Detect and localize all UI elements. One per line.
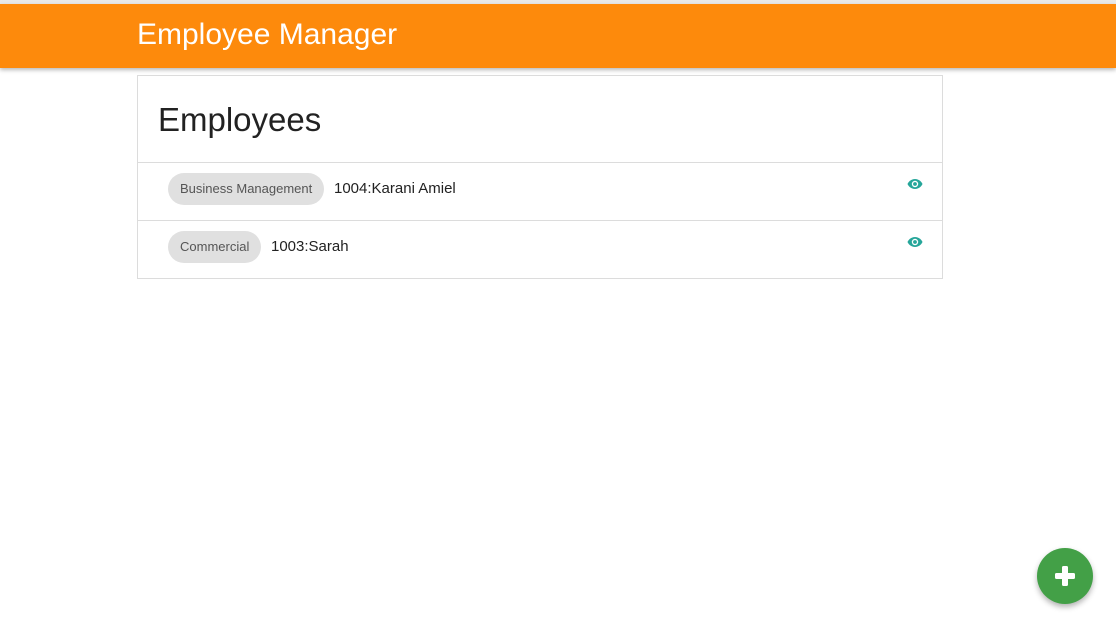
department-chip: Commercial — [168, 231, 262, 263]
employee-row[interactable]: Commercial 1003:Sarah — [138, 221, 942, 278]
card-header: Employees — [138, 76, 942, 163]
plus-icon — [1055, 566, 1075, 586]
employee-row[interactable]: Business Management 1004:Karani Amiel — [138, 163, 942, 221]
employee-list: Business Management 1004:Karani Amiel Co… — [138, 163, 942, 278]
page: Employee Manager Employees Business Mana… — [0, 0, 1116, 623]
eye-icon[interactable] — [907, 235, 923, 247]
app-title: Employee Manager — [137, 18, 398, 51]
department-chip: Business Management — [168, 173, 325, 205]
employees-card: Employees Business Management 1004:Karan… — [137, 75, 943, 279]
employee-label: 1004:Karani Amiel — [334, 180, 456, 197]
add-employee-button[interactable] — [1037, 548, 1093, 604]
app-bar: Employee Manager — [0, 4, 1116, 68]
eye-icon[interactable] — [907, 177, 923, 189]
employee-label: 1003:Sarah — [271, 238, 349, 255]
card-title: Employees — [158, 101, 322, 138]
